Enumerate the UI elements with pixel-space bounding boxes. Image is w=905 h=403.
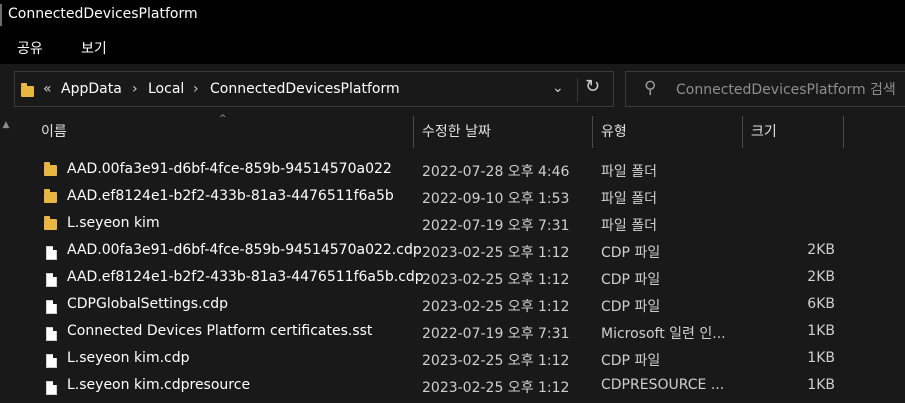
file-date: 2023-02-25 오후 1:12 [422,245,570,261]
list-item[interactable]: AAD.00fa3e91-d6bf-4fce-859b-94514570a022… [13,157,905,184]
file-type: CDP 파일 [601,353,661,369]
breadcrumb-separator-icon: › [132,81,138,97]
breadcrumb-appdata[interactable]: AppData [61,81,122,97]
file-date: 2023-02-25 오후 1:12 [422,272,570,288]
column-divider[interactable] [843,116,844,148]
title-bar: ConnectedDevicesPlatform [0,0,905,30]
file-size: 1KB [807,377,835,393]
scroll-up-icon[interactable]: ▲ [0,116,12,134]
search-icon: ⚲ [644,78,657,98]
search-input[interactable] [674,78,905,102]
breadcrumb-separator-icon: › [193,81,199,97]
overflow-chevron-icon[interactable]: « [43,81,52,97]
list-item[interactable]: AAD.00fa3e91-d6bf-4fce-859b-94514570a022… [13,238,905,265]
file-type: Microsoft 일련 인... [601,326,726,342]
list-item[interactable]: L.seyeon kim 2022-07-19 오후 7:31 파일 폴더 [13,211,905,238]
file-name: AAD.ef8124e1-b2f2-433b-81a3-4476511f6a5b [67,188,394,204]
column-divider[interactable] [742,116,743,148]
file-type: 파일 폴더 [601,218,657,234]
file-name: AAD.ef8124e1-b2f2-433b-81a3-4476511f6a5b… [67,269,424,285]
file-icon [46,327,57,341]
folder-icon [44,162,57,176]
column-date-modified[interactable]: 수정한 날짜 [422,116,491,148]
list-item[interactable]: AAD.ef8124e1-b2f2-433b-81a3-4476511f6a5b… [13,184,905,211]
navigation-pane-edge: ▲ [0,116,12,403]
sort-ascending-icon: ^ [219,114,227,124]
file-size: 1KB [807,323,835,339]
list-item[interactable]: L.seyeon kim.cdp 2023-02-25 오후 1:12 CDP … [13,346,905,373]
file-date: 2022-09-10 오후 1:53 [422,191,570,207]
column-divider[interactable] [592,116,593,148]
file-name: CDPGlobalSettings.cdp [67,296,228,312]
file-name: AAD.00fa3e91-d6bf-4fce-859b-94514570a022… [67,242,422,258]
file-date: 2022-07-19 오후 7:31 [422,218,570,234]
tab-share[interactable]: 공유 [17,38,43,58]
address-bar[interactable]: « AppData › Local › ConnectedDevicesPlat… [14,71,614,107]
file-icon [46,246,57,260]
address-divider [577,78,578,102]
file-size: 2KB [807,269,835,285]
file-date: 2023-02-25 오후 1:12 [422,299,570,315]
refresh-icon[interactable]: ↻ [585,76,600,97]
window-edge [0,4,2,26]
search-box[interactable]: ⚲ [625,71,905,107]
file-size: 6KB [807,296,835,312]
folder-icon [44,216,57,230]
folder-icon [44,189,57,203]
file-date: 2022-07-19 오후 7:31 [422,326,570,342]
file-icon [46,354,57,368]
breadcrumb-connecteddevicesplatform[interactable]: ConnectedDevicesPlatform [210,81,400,97]
list-item[interactable]: Connected Devices Platform certificates.… [13,319,905,346]
list-item[interactable]: CDPGlobalSettings.cdp 2023-02-25 오후 1:12… [13,292,905,319]
file-name: Connected Devices Platform certificates.… [67,323,373,339]
tab-view[interactable]: 보기 [81,38,107,58]
file-type: 파일 폴더 [601,191,657,207]
file-date: 2023-02-25 오후 1:12 [422,353,570,369]
file-name: L.seyeon kim.cdp [67,350,190,366]
folder-icon [21,83,34,97]
file-size: 2KB [807,242,835,258]
list-item[interactable]: AAD.ef8124e1-b2f2-433b-81a3-4476511f6a5b… [13,265,905,292]
file-date: 2022-07-28 오후 4:46 [422,164,570,180]
column-header: ^ 이름 수정한 날짜 유형 크기 [13,114,905,148]
file-type: CDP 파일 [601,272,661,288]
breadcrumb-local[interactable]: Local [148,81,184,97]
address-row: « AppData › Local › ConnectedDevicesPlat… [0,64,905,116]
column-divider[interactable] [413,116,414,148]
file-icon [46,300,57,314]
chevron-down-icon[interactable]: ⌄ [552,80,564,96]
file-name: L.seyeon kim.cdpresource [67,377,251,393]
column-size[interactable]: 크기 [751,116,777,148]
file-size: 1KB [807,350,835,366]
file-name: L.seyeon kim [67,215,160,231]
column-type[interactable]: 유형 [601,116,627,148]
file-date: 2023-02-25 오후 1:12 [422,380,570,396]
file-type: CDP 파일 [601,245,661,261]
list-item[interactable]: L.seyeon kim.cdpresource 2023-02-25 오후 1… [13,373,905,400]
file-icon [46,273,57,287]
ribbon-tabs: 공유 보기 [0,30,905,64]
file-name: AAD.00fa3e91-d6bf-4fce-859b-94514570a022 [67,161,392,177]
column-name[interactable]: 이름 [41,116,67,148]
file-type: CDPRESOURCE ... [601,377,725,393]
file-type: 파일 폴더 [601,164,657,180]
file-icon [46,381,57,395]
window-title: ConnectedDevicesPlatform [8,6,198,22]
file-type: CDP 파일 [601,299,661,315]
